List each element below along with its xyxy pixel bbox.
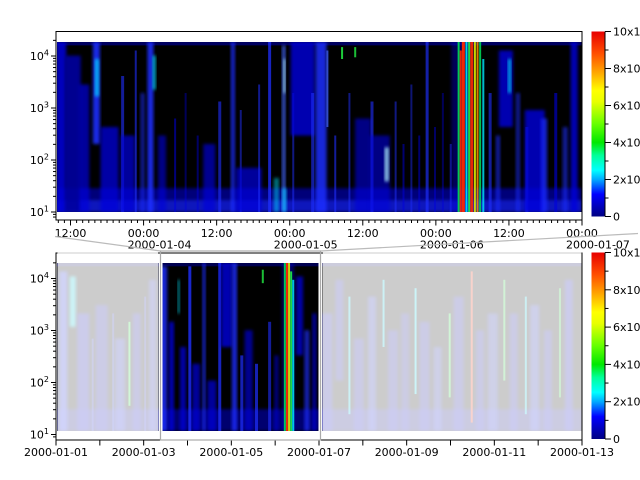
svg-text:8x107: 8x107 xyxy=(613,282,640,297)
svg-text:0: 0 xyxy=(613,211,620,224)
svg-text:2000-01-11: 2000-01-11 xyxy=(462,446,526,459)
context-dim-overlay-left xyxy=(58,252,159,432)
svg-text:2000-01-05: 2000-01-05 xyxy=(274,239,338,252)
top-plot[interactable]: 10410310210112:0000:002000-01-0412:0000:… xyxy=(30,32,630,252)
svg-text:2000-01-09: 2000-01-09 xyxy=(375,446,439,459)
svg-text:6x107: 6x107 xyxy=(613,320,640,335)
svg-text:101: 101 xyxy=(30,205,49,220)
svg-text:104: 104 xyxy=(30,271,49,286)
svg-text:2000-01-04: 2000-01-04 xyxy=(128,239,192,252)
svg-text:4x107: 4x107 xyxy=(613,357,640,372)
svg-text:10x107: 10x107 xyxy=(613,245,640,260)
svg-text:2000-01-07: 2000-01-07 xyxy=(287,446,351,459)
svg-text:2000-01-05: 2000-01-05 xyxy=(199,446,263,459)
bottom-plot-xaxis xyxy=(56,440,582,446)
context-dim-overlay-right xyxy=(323,252,582,432)
svg-text:2000-01-13: 2000-01-13 xyxy=(550,446,614,459)
svg-text:2000-01-01: 2000-01-01 xyxy=(24,446,88,459)
svg-text:12:00: 12:00 xyxy=(201,227,233,240)
spectrogram-figure: 10410310210112:0000:002000-01-0412:0000:… xyxy=(0,0,640,480)
svg-text:104: 104 xyxy=(30,49,49,64)
top-plot-yaxis: 104 103 102 101 xyxy=(30,40,56,219)
svg-text:102: 102 xyxy=(30,153,49,168)
figure-canvas: 10410310210112:0000:002000-01-0412:0000:… xyxy=(0,0,640,480)
svg-text:0: 0 xyxy=(613,433,620,446)
svg-text:12:00: 12:00 xyxy=(493,227,525,240)
svg-text:2x107: 2x107 xyxy=(613,394,640,409)
bottom-colorbar[interactable]: 0 2x107 4x107 6x107 8x107 10x107 xyxy=(592,245,640,446)
svg-text:10x107: 10x107 xyxy=(613,24,640,39)
svg-text:103: 103 xyxy=(30,323,49,338)
svg-text:8x107: 8x107 xyxy=(613,61,640,76)
svg-text:102: 102 xyxy=(30,375,49,390)
svg-text:6x107: 6x107 xyxy=(613,98,640,113)
bottom-plot-yaxis: 104 103 102 101 xyxy=(30,263,56,442)
svg-text:4x107: 4x107 xyxy=(613,135,640,150)
svg-text:2x107: 2x107 xyxy=(613,172,640,187)
svg-text:2000-01-03: 2000-01-03 xyxy=(112,446,176,459)
top-plot-xaxis xyxy=(58,220,582,226)
svg-text:101: 101 xyxy=(30,427,49,442)
top-colorbar[interactable]: 0 2x107 4x107 6x107 8x107 10x107 xyxy=(592,24,640,224)
bottom-plot-xaxis-labels: 2000-01-01 2000-01-03 2000-01-05 2000-01-07… xyxy=(24,446,614,459)
top-plot-spectrogram[interactable] xyxy=(56,42,582,212)
svg-text:103: 103 xyxy=(30,101,49,116)
svg-text:12:00: 12:00 xyxy=(347,227,379,240)
